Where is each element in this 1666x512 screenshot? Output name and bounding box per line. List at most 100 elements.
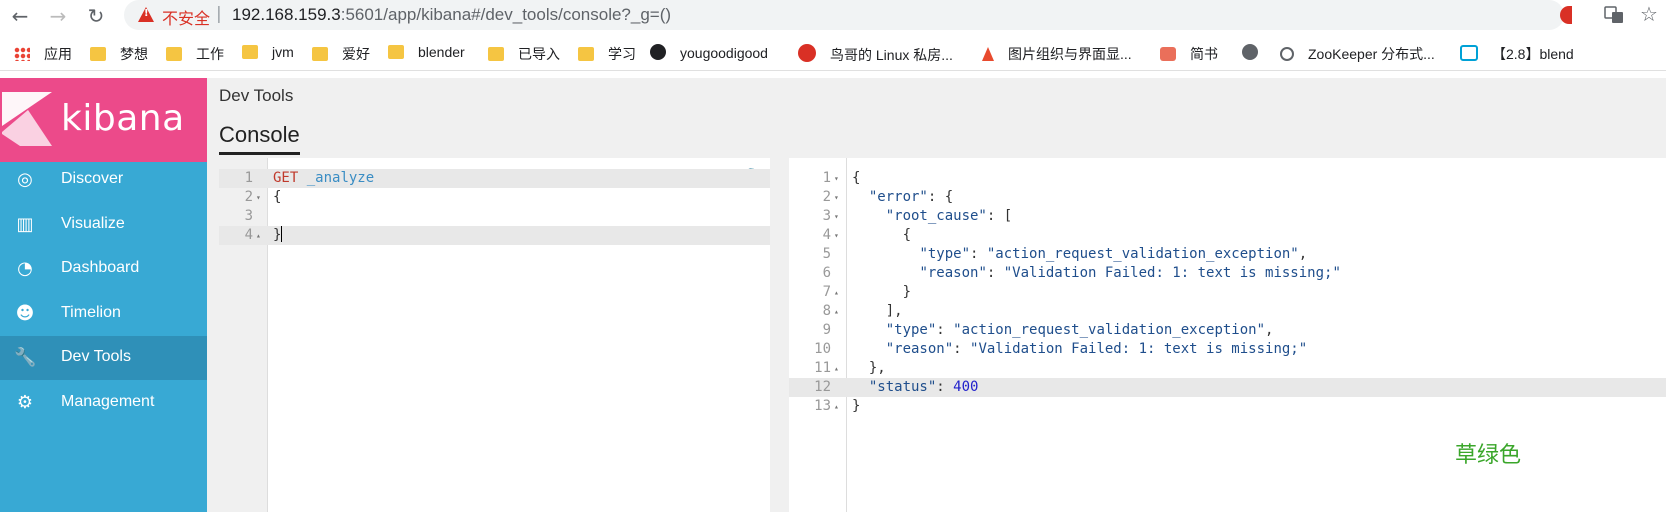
translate-icon[interactable]	[1604, 5, 1624, 25]
editor-line: 1 GET _analyze	[219, 169, 770, 188]
back-button[interactable]: ←	[8, 4, 32, 28]
bookmark-label: 已导入	[518, 46, 560, 62]
bookmark-item[interactable]: 应用	[14, 44, 72, 64]
fold-toggle-icon[interactable]: ▾	[834, 169, 839, 188]
insecure-label[interactable]: 不安全	[162, 5, 210, 29]
http-method: GET	[273, 170, 299, 186]
bookmark-label: yougoodigood	[680, 45, 768, 61]
line-number: 2	[822, 189, 831, 205]
app-title: Dev Tools	[219, 86, 294, 105]
fold-toggle-icon[interactable]: ▴	[834, 397, 839, 416]
fold-toggle-icon[interactable]: ▴	[834, 302, 839, 321]
sidebar-item-management[interactable]: ⚙ Management	[0, 381, 207, 425]
bookmark-label: 工作	[196, 46, 224, 62]
dev-tools-main: Dev Tools Console 🔧 1GET _analyze2▾{34▴}…	[207, 78, 1666, 512]
fold-toggle-icon[interactable]: ▾	[256, 188, 261, 207]
line-number: 8	[822, 303, 831, 319]
bookmark-item[interactable]: 【2.8】blend	[1460, 44, 1574, 64]
sidebar-item-label: Dev Tools	[61, 348, 131, 365]
sidebar-item-discover[interactable]: ◎ Discover	[0, 158, 207, 202]
output-line: 2 ▾ "error": {	[789, 188, 1666, 207]
fold-toggle-icon[interactable]: ▾	[834, 226, 839, 245]
output-line: 8 ▴ ],	[789, 302, 1666, 321]
json-text: "root_cause": [	[885, 208, 1013, 224]
bookmark-item[interactable]: jvm	[242, 44, 294, 64]
compass-icon: ◎	[17, 169, 33, 190]
bookmark-item[interactable]: 学习	[578, 44, 636, 64]
bookmark-item[interactable]: 工作	[166, 44, 224, 64]
json-text: },	[852, 360, 886, 376]
jianshu-icon	[1160, 47, 1176, 61]
fold-toggle-icon[interactable]: ▴	[834, 283, 839, 302]
forward-button[interactable]: →	[46, 4, 70, 28]
json-text: {	[852, 170, 861, 186]
output-line: 13 ▴}	[789, 397, 1666, 416]
line-number: 3	[822, 208, 831, 224]
sidebar-item-label: Timelion	[61, 303, 121, 321]
fold-toggle-icon[interactable]: ▾	[834, 207, 839, 226]
bookmark-item[interactable]: yougoodigood	[650, 44, 768, 64]
output-line: 5 "type": "action_request_validation_exc…	[789, 245, 1666, 264]
sidebar-item-timelion[interactable]: ☻ Timelion	[0, 292, 207, 336]
folder-icon	[166, 47, 182, 61]
request-editor[interactable]: 🔧 1GET _analyze2▾{34▴}	[219, 158, 770, 512]
response-output[interactable]: 1 ▾{2 ▾ "error": {3 ▾ "root_cause": [4 ▾ {5 …	[789, 158, 1666, 512]
line-number: 5	[822, 246, 831, 262]
text-cursor	[281, 226, 283, 242]
tab-console[interactable]: Console	[219, 122, 300, 155]
kibana-logo[interactable]: kibana	[0, 78, 207, 162]
bookmark-item[interactable]: 爱好	[312, 44, 370, 64]
code-text: }	[273, 226, 283, 245]
bookmark-label: ZooKeeper 分布式...	[1308, 46, 1435, 62]
editor-line: 2 ▾ {	[219, 188, 770, 207]
bookmark-item[interactable]: ZooKeeper 分布式...	[1280, 44, 1435, 64]
github-icon	[650, 44, 666, 60]
url-text[interactable]: 192.168.159.3:5601/app/kibana#/dev_tools…	[232, 5, 671, 25]
json-text: "type": "action_request_validation_excep…	[885, 322, 1274, 338]
bookmark-item[interactable]: 已导入	[488, 44, 560, 64]
apps-grid-icon	[14, 47, 30, 61]
bookmark-item[interactable]: 梦想	[90, 44, 148, 64]
kibana-logo-icon	[2, 92, 52, 146]
folder-icon	[90, 47, 106, 61]
fold-toggle-icon[interactable]: ▾	[834, 188, 839, 207]
bar-chart-icon: ▥	[16, 213, 34, 235]
fold-toggle-icon[interactable]: ▴	[256, 226, 261, 245]
output-line: 7 ▴ }	[789, 283, 1666, 302]
folder-icon	[388, 45, 404, 59]
sidebar-item-visualize[interactable]: ▥ Visualize	[0, 203, 207, 247]
bookmark-item[interactable]	[1242, 44, 1272, 64]
address-bar[interactable]: 不安全 | 192.168.159.3:5601/app/kibana#/dev…	[124, 0, 1658, 30]
profile-avatar[interactable]	[1560, 6, 1572, 24]
line-number: 3	[244, 208, 253, 224]
reload-button[interactable]: ↻	[84, 4, 108, 28]
line-number: 9	[822, 322, 831, 338]
line-number: 10	[814, 341, 831, 357]
bookmark-label: 【2.8】blend	[1492, 46, 1574, 62]
bookmark-item[interactable]: 图片组织与界面显...	[982, 44, 1132, 64]
fold-toggle-icon[interactable]: ▴	[834, 359, 839, 378]
folder-icon	[488, 47, 504, 61]
line-number: 11	[814, 360, 831, 376]
bookmark-item[interactable]: 简书	[1160, 44, 1218, 64]
sidebar-item-dashboard[interactable]: ◔ Dashboard	[0, 247, 207, 291]
bookmark-item[interactable]: 鸟哥的 Linux 私房...	[798, 44, 953, 64]
kibana-brand: kibana	[61, 98, 185, 139]
line-number: 6	[822, 265, 831, 281]
bookmark-item[interactable]: blender	[388, 44, 465, 64]
editor-line: 4 ▴}	[219, 226, 770, 245]
line-number: 12	[814, 379, 831, 395]
code-text: GET _analyze	[273, 169, 374, 188]
warning-icon[interactable]	[138, 7, 154, 22]
sidebar-item-label: Discover	[61, 170, 124, 187]
kibana-sidebar: kibana ◎ Discover ▥ Visualize ◔ Dashboard ☻ Tim…	[0, 78, 207, 512]
output-line: 11 ▴ },	[789, 359, 1666, 378]
output-line: 9 "type": "action_request_validation_exc…	[789, 321, 1666, 340]
bilibili-icon	[1460, 45, 1478, 61]
bookmark-label: 学习	[608, 46, 636, 62]
sidebar-item-label: Dashboard	[61, 259, 140, 276]
json-text: "reason": "Validation Failed: 1: text is…	[919, 265, 1341, 281]
bookmark-star-icon[interactable]: ☆	[1640, 2, 1658, 26]
sidebar-item-dev-tools[interactable]: 🔧 Dev Tools	[0, 336, 207, 380]
url-host: 192.168.159.3	[232, 5, 341, 24]
